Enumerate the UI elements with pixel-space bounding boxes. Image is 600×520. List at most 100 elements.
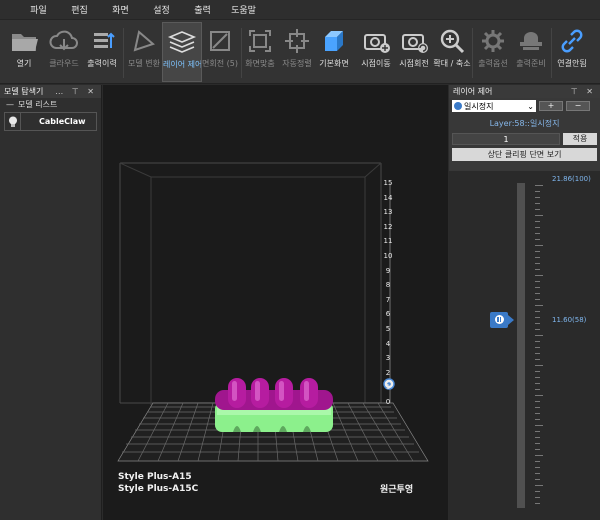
slider-tick — [535, 275, 543, 276]
model-explorer-title: 모델 탐색기 — [4, 87, 44, 96]
3d-viewport[interactable]: 15 14 13 12 11 10 9 8 7 6 5 4 3 2 1 0 Style Plus-A15 St… — [103, 85, 448, 520]
build-volume-view[interactable] — [103, 85, 448, 520]
slider-tick — [535, 239, 540, 240]
layer-number-input[interactable]: 1 — [452, 133, 560, 145]
pause-icon — [454, 102, 462, 110]
print-option-label: 출력옵션 — [478, 59, 508, 68]
transform-button[interactable]: 모델 변환 — [124, 22, 164, 82]
slider-tick — [535, 257, 540, 258]
slider-tick — [535, 425, 543, 426]
slider-tick — [535, 287, 540, 288]
slider-tick — [535, 491, 540, 492]
projection-mode-label[interactable]: 원근투영 — [380, 482, 413, 495]
slider-tick — [535, 389, 540, 390]
layer-rotate-label: 면회전 (5) — [202, 59, 238, 68]
connection-button[interactable]: 연결안됨 — [552, 22, 592, 82]
slider-tick — [535, 203, 540, 204]
cloud-label: 클라우드 — [49, 59, 79, 68]
slider-tick — [535, 197, 540, 198]
slider-tick — [535, 503, 540, 504]
panel-controls[interactable]: ⊤ ✕ — [571, 87, 596, 96]
slider-tick — [535, 215, 543, 216]
layer-slider-handle[interactable] — [490, 311, 514, 328]
slider-tick — [535, 467, 540, 468]
print-option-button[interactable]: 출력옵션 — [473, 22, 513, 82]
basic-screen-button[interactable]: 기본화면 — [314, 22, 354, 82]
z-tick-label: 0 — [385, 398, 391, 406]
layer-rotate-button[interactable]: 면회전 (5) — [200, 22, 240, 82]
cloud-button[interactable]: 클라우드 — [44, 22, 84, 82]
menu-file[interactable]: 파일 — [18, 3, 59, 16]
fit-screen-icon — [249, 30, 271, 52]
slider-tick — [535, 269, 540, 270]
z-tick-label: 5 — [385, 325, 391, 333]
view-rotate-button[interactable]: 시점회전 — [394, 22, 434, 82]
slider-tick — [535, 263, 540, 264]
slider-tick — [535, 185, 543, 186]
slider-tick — [535, 329, 540, 330]
fit-screen-button[interactable]: 화면맞춤 — [240, 22, 280, 82]
z-tick-label: 10 — [383, 252, 393, 260]
model-claws[interactable] — [215, 378, 333, 410]
remove-layer-button[interactable]: − — [566, 101, 590, 111]
layer-mode-select[interactable]: 일시정지 ⌄ — [452, 100, 536, 112]
layer-slider-track[interactable] — [517, 183, 525, 508]
apply-button[interactable]: 적용 — [563, 133, 597, 145]
slider-tick — [535, 485, 543, 486]
layers-icon — [167, 31, 197, 53]
panel-controls[interactable]: … ⊤ ✕ — [55, 87, 97, 96]
view-move-button[interactable]: 시점이동 — [356, 22, 396, 82]
add-layer-button[interactable]: + — [539, 101, 563, 111]
open-button[interactable]: 열기 — [4, 22, 44, 82]
menu-print[interactable]: 출력 — [182, 3, 223, 16]
slider-tick — [535, 245, 543, 246]
model-list-root[interactable]: — 모델 리스트 — [0, 98, 101, 110]
slider-top-label: 21.86(100) — [552, 175, 591, 183]
history-label: 출력이력 — [87, 59, 117, 68]
z-tick-label: 6 — [385, 310, 391, 319]
view-rotate-label: 시점회전 — [399, 59, 429, 68]
slider-tick — [535, 365, 543, 366]
slider-tick — [535, 293, 540, 294]
slider-tick — [535, 419, 540, 420]
menu-edit[interactable]: 편집 — [59, 3, 100, 16]
auto-align-button[interactable]: 자동정렬 — [277, 22, 317, 82]
history-list-icon — [94, 32, 115, 48]
collapse-icon[interactable]: — — [6, 100, 14, 109]
crosshair-icon — [285, 29, 309, 53]
z-tick-label: 15 — [383, 179, 393, 187]
basic-screen-label: 기본화면 — [319, 59, 349, 68]
layer-control-button[interactable]: 레이어 제어 — [162, 22, 202, 82]
slider-tick — [535, 209, 540, 210]
print-ready-button[interactable]: 출력준비 — [511, 22, 551, 82]
fit-screen-label: 화면맞춤 — [245, 59, 275, 68]
layer-mode-value: 일시정지 — [464, 101, 494, 111]
menu-help[interactable]: 도움말 — [223, 3, 264, 16]
menu-view[interactable]: 화면 — [100, 3, 141, 16]
menu-settings[interactable]: 설정 — [141, 3, 182, 16]
top-clipping-section-button[interactable]: 상단 클리핑 단면 보기 — [452, 148, 597, 161]
slider-tick — [535, 395, 543, 396]
zoom-button[interactable]: 확대 / 축소 — [432, 22, 472, 82]
slider-tick — [535, 191, 540, 192]
printer-line-2: Style Plus-A15C — [118, 484, 199, 494]
printer-model-label: Style Plus-A15 Style Plus-A15C — [118, 471, 198, 495]
slider-tick — [535, 353, 540, 354]
cube-icon — [325, 31, 343, 51]
slider-tick — [535, 377, 540, 378]
history-button[interactable]: 출력이력 — [82, 22, 122, 82]
gear-icon — [482, 30, 504, 52]
slider-tick — [535, 251, 540, 252]
z-tick-label: 3 — [385, 354, 391, 363]
z-tick-label: 1 — [385, 383, 391, 392]
slider-tick — [535, 407, 540, 408]
lightbulb-icon[interactable] — [5, 113, 21, 130]
slider-tick — [535, 449, 540, 450]
z-tick-label: 4 — [385, 339, 391, 348]
model-explorer-panel: 모델 탐색기 … ⊤ ✕ — 모델 리스트 CableClaw — [0, 85, 102, 520]
layer-slider-area: 21.86(100) 11.60(58) — [449, 171, 600, 520]
slider-tick — [535, 341, 540, 342]
folder-icon — [12, 34, 38, 51]
model-list-item[interactable]: CableClaw — [4, 112, 97, 131]
chevron-down-icon: ⌄ — [527, 101, 534, 111]
